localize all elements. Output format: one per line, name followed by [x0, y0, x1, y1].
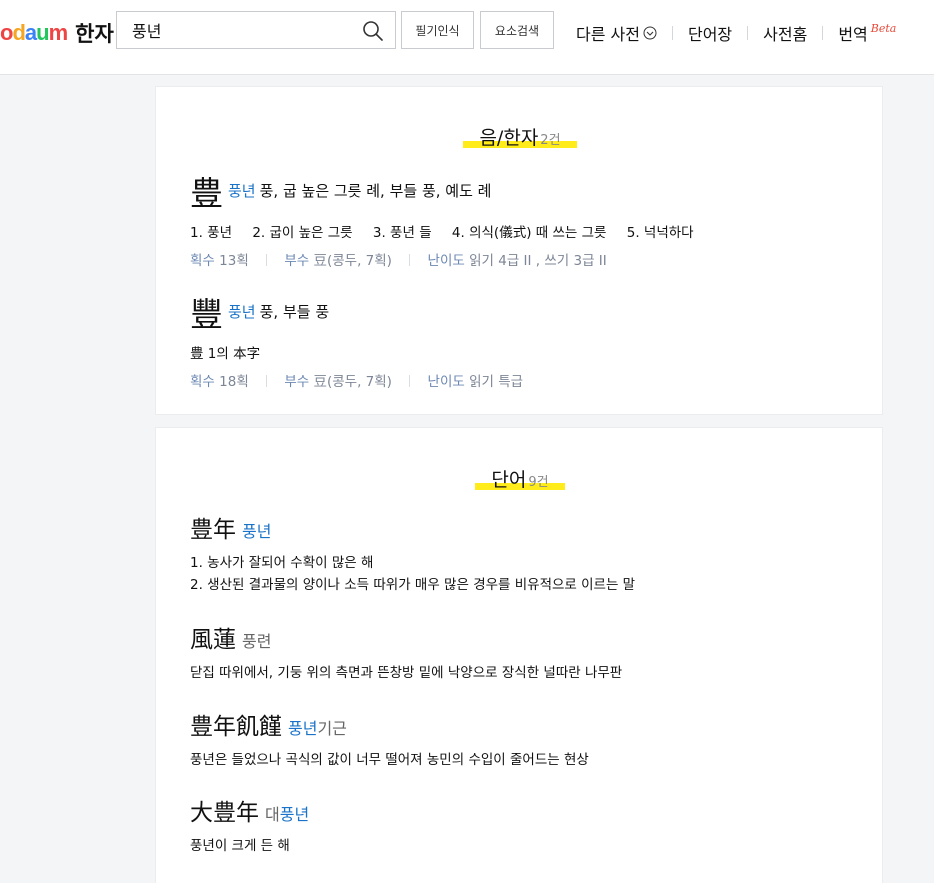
definition-line: 2. 생산된 결과물의 양이나 소득 따위가 매우 많은 경우를 비유적으로 이… [190, 577, 636, 593]
nav-other-dict-label: 다른 사전 [576, 25, 640, 44]
word-definition: 1. 농사가 잘되어 수확이 많은 해 2. 생산된 결과물의 양이나 소득 따… [190, 552, 635, 596]
hanja-reading: 풍년 [228, 302, 256, 321]
section-title: 음/한자 2건 [156, 123, 884, 150]
word-reading: 풍년 [242, 522, 272, 541]
hanja-reading: 풍년 [228, 181, 256, 200]
word-entry: 風蓮 풍련 닫집 따위에서, 기둥 위의 측면과 뜬창방 밑에 낙양으로 장식한 … [190, 620, 622, 684]
strokes-value: 13획 [219, 253, 249, 269]
word-reading-prefix: 대 [265, 805, 280, 824]
meta-divider [409, 254, 411, 266]
word-reading-highlight: 풍년 [288, 719, 318, 738]
definition-item: 豊 1의 本字 [190, 346, 261, 362]
definition-item: 2. 굽이 높은 그릇 [252, 225, 353, 241]
header: odaum 한자 필기인식 요소검색 다른 사전 단어장 사전홈 번역 Beta [0, 0, 934, 75]
hanja-meta: 획수 18획 부수 豆(콩두, 7획) 난이도 읽기 특급 [190, 370, 523, 390]
section-count: 2건 [540, 133, 561, 148]
search-icon[interactable] [361, 19, 385, 43]
level-value: 읽기 특급 [469, 374, 524, 390]
strokes-label: 획수 [190, 374, 215, 390]
word-reading: 풍련 [242, 632, 272, 651]
definition-line: 풍년이 크게 든 해 [190, 838, 290, 854]
strokes-value: 18획 [219, 374, 249, 390]
search-box [116, 11, 396, 49]
nav-divider [671, 26, 673, 40]
meta-divider [266, 254, 268, 266]
hanja-definitions: 1. 풍년 2. 굽이 높은 그릇 3. 풍년 들 4. 의식(儀式) 때 쓰는… [190, 221, 710, 241]
word-entry: 豊年飢饉 풍년기근 풍년은 들었으나 곡식의 값이 너무 떨어져 농민의 수입이 … [190, 707, 589, 771]
word-hanja[interactable]: 豊年飢饉 [190, 714, 282, 740]
global-nav: 다른 사전 단어장 사전홈 번역 Beta [576, 21, 896, 45]
handwriting-button[interactable]: 필기인식 [401, 11, 474, 49]
nav-divider [747, 26, 749, 40]
logo[interactable]: odaum 한자 [0, 20, 114, 46]
chevron-down-icon [643, 26, 657, 40]
word-definition: 풍년이 크게 든 해 [190, 835, 309, 857]
word-hanja[interactable]: 豊年 [190, 517, 236, 543]
radical-label: 부수 [284, 374, 310, 390]
hanja-meaning: 풍, 굽 높은 그릇 례, 부들 풍, 예도 례 [259, 181, 492, 200]
section-title: 단어 9건 [156, 465, 884, 492]
service-title[interactable]: 한자 [75, 18, 114, 48]
element-search-button[interactable]: 요소검색 [480, 11, 554, 49]
section-title-text: 음/한자 [479, 127, 539, 149]
nav-translate-label: 번역 [838, 25, 868, 44]
word-reading-rest: 기근 [317, 719, 347, 738]
word-reading-highlight: 풍년 [279, 805, 310, 824]
nav-wordbook[interactable]: 단어장 [688, 21, 732, 45]
section-count: 9건 [528, 475, 549, 490]
hanja-char[interactable]: 豐 [190, 295, 223, 334]
hanja-char[interactable]: 豊 [190, 174, 223, 213]
word-definition: 닫집 따위에서, 기둥 위의 측면과 뜬창방 밑에 낙양으로 장식한 널따란 나… [190, 662, 622, 684]
definition-line: 닫집 따위에서, 기둥 위의 측면과 뜬창방 밑에 낙양으로 장식한 널따란 나… [190, 665, 623, 681]
word-hanja[interactable]: 大豊年 [190, 800, 259, 826]
hanja-definitions: 豊 1의 本字 [190, 342, 523, 362]
hanja-meta: 획수 13획 부수 豆(콩두, 7획) 난이도 읽기 4급 II , 쓰기 3급… [190, 249, 710, 269]
definition-line: 풍년은 들었으나 곡식의 값이 너무 떨어져 농민의 수입이 줄어드는 현상 [190, 752, 589, 768]
meta-divider [266, 375, 268, 387]
radical-value: 豆(콩두, 7획) [313, 253, 392, 269]
nav-divider [822, 26, 824, 40]
hanja-meaning: 풍, 부들 풍 [259, 302, 330, 321]
definition-item: 3. 풍년 들 [372, 225, 432, 241]
level-label: 난이도 [427, 374, 465, 390]
definition-item: 5. 넉넉하다 [626, 225, 694, 241]
hanja-entry: 豐 풍년 풍, 부들 풍 豊 1의 本字 획수 18획 부수 豆(콩두, 7획) 난… [190, 288, 523, 390]
word-definition: 풍년은 들었으나 곡식의 값이 너무 떨어져 농민의 수입이 줄어드는 현상 [190, 749, 589, 771]
strokes-label: 획수 [190, 253, 215, 269]
word-section: 단어 9건 豊年 풍년 1. 농사가 잘되어 수확이 많은 해 2. 생산된 결과물… [155, 427, 883, 883]
daum-logo[interactable]: odaum [0, 20, 68, 46]
word-entry: 豊年 풍년 1. 농사가 잘되어 수확이 많은 해 2. 생산된 결과물의 양이나… [190, 510, 635, 596]
level-value: 읽기 4급 II , 쓰기 3급 II [469, 253, 607, 269]
radical-value: 豆(콩두, 7획) [313, 374, 392, 390]
section-title-text: 단어 [491, 469, 527, 491]
definition-line: 1. 농사가 잘되어 수확이 많은 해 [190, 555, 374, 571]
hanja-section: 음/한자 2건 豊 풍년 풍, 굽 높은 그릇 례, 부들 풍, 예도 례 1. 풍년… [155, 86, 883, 415]
nav-dict-home[interactable]: 사전홈 [763, 21, 807, 45]
nav-other-dict[interactable]: 다른 사전 [576, 21, 657, 45]
hanja-entry: 豊 풍년 풍, 굽 높은 그릇 례, 부들 풍, 예도 례 1. 풍년 2. 굽이 … [190, 167, 710, 269]
word-hanja[interactable]: 風蓮 [190, 627, 236, 653]
beta-badge: Beta [870, 21, 897, 35]
nav-translate[interactable]: 번역 Beta [838, 21, 896, 45]
definition-item: 4. 의식(儀式) 때 쓰는 그릇 [451, 225, 607, 241]
definition-item: 1. 풍년 [190, 225, 233, 241]
word-entry: 大豊年 대풍년 풍년이 크게 든 해 [190, 793, 309, 857]
level-label: 난이도 [427, 253, 465, 269]
radical-label: 부수 [284, 253, 310, 269]
meta-divider [409, 375, 411, 387]
search-input[interactable] [117, 12, 347, 48]
